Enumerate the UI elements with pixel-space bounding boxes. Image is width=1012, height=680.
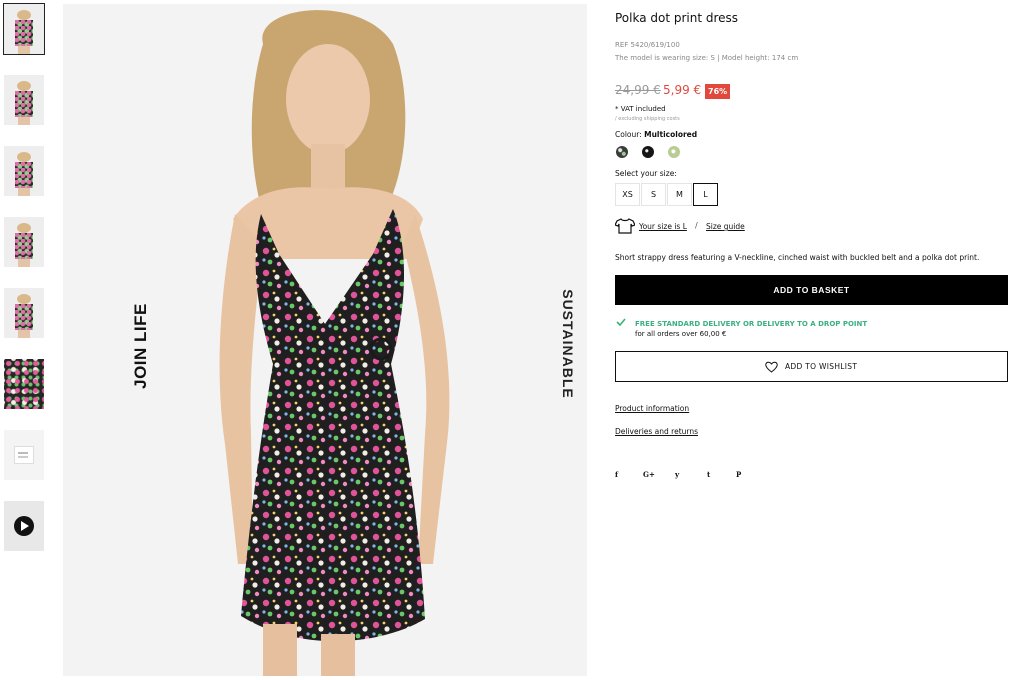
colour-value: Multicolored	[644, 130, 698, 139]
colour-swatch-multicolored[interactable]	[616, 146, 628, 158]
label-tag-icon	[14, 446, 34, 464]
wishlist-label: ADD TO WISHLIST	[785, 362, 858, 371]
thumbnail-dress	[15, 304, 33, 330]
size-button-m[interactable]: M	[667, 183, 692, 206]
model-size-note: The model is wearing size: S | Model hei…	[615, 54, 799, 62]
google-plus-icon[interactable]: G+	[643, 470, 655, 479]
product-description: Short strappy dress featuring a V-neckli…	[615, 253, 980, 262]
colour-swatch-green[interactable]	[668, 146, 680, 158]
sustainable-label: SUSTAINABLE	[560, 289, 576, 399]
thumbnail-dress	[15, 233, 33, 259]
sale-price: 5,99 €	[663, 83, 702, 97]
thumbnail-3[interactable]	[4, 146, 44, 196]
thumbnail-legs	[18, 46, 30, 54]
thumbnail-legs	[18, 330, 30, 338]
deliveries-returns-link[interactable]: Deliveries and returns	[615, 427, 698, 436]
size-button-s[interactable]: S	[641, 183, 666, 206]
pinterest-icon[interactable]: P	[736, 470, 741, 479]
size-button-xs[interactable]: XS	[615, 183, 640, 206]
thumbnail-head	[17, 152, 31, 162]
thumbnail-1[interactable]	[3, 3, 45, 55]
tshirt-icon	[615, 218, 635, 234]
size-guide-link[interactable]: Size guide	[706, 222, 745, 231]
thumbnail-legs	[18, 188, 30, 196]
your-size-link[interactable]: Your size is L	[639, 222, 687, 231]
thumbnail-head	[17, 10, 31, 20]
thumbnail-6[interactable]	[4, 359, 44, 409]
link-separator: /	[695, 221, 698, 230]
thumbnail-dress	[15, 20, 33, 46]
check-icon	[616, 318, 626, 326]
product-information-link[interactable]: Product information	[615, 404, 689, 413]
thumbnail-legs	[18, 259, 30, 267]
old-price: 24,99 €	[615, 83, 661, 97]
thumbnail-4[interactable]	[4, 217, 44, 267]
twitter-icon[interactable]: y	[675, 470, 679, 479]
colour-label-text: Colour:	[615, 130, 642, 139]
discount-badge: 76%	[705, 84, 731, 99]
join-life-label: JOIN LIFE	[131, 303, 150, 389]
thumbnail-7[interactable]	[4, 430, 44, 480]
colour-label: Colour: Multicolored	[615, 130, 697, 139]
play-icon	[14, 516, 34, 536]
thumbnail-legs	[18, 117, 30, 125]
size-label: Select your size:	[615, 169, 677, 178]
thumbnail-head	[17, 81, 31, 91]
tumblr-icon[interactable]: t	[707, 470, 710, 479]
thumbnail-dress	[15, 162, 33, 188]
facebook-icon[interactable]: f	[615, 470, 618, 479]
heart-icon	[765, 361, 778, 373]
vat-note: * VAT included	[615, 105, 666, 113]
thumbnail-dress	[15, 91, 33, 117]
product-ref: REF 5420/619/100	[615, 41, 680, 49]
thumbnail-8-video[interactable]	[4, 501, 44, 551]
delivery-threshold-text: for all orders over 60,00 €	[635, 330, 727, 338]
main-product-image[interactable]: JOIN LIFE SUSTAINABLE	[63, 4, 587, 676]
size-button-l[interactable]: L	[693, 183, 718, 206]
add-to-wishlist-button[interactable]: ADD TO WISHLIST	[615, 351, 1008, 382]
free-delivery-text: FREE STANDARD DELIVERY OR DELIVERY TO A …	[635, 320, 868, 328]
thumbnail-5[interactable]	[4, 288, 44, 338]
add-to-basket-button[interactable]: ADD TO BASKET	[615, 275, 1008, 305]
thumbnail-head	[17, 223, 31, 233]
thumbnail-head	[17, 294, 31, 304]
colour-swatch-black[interactable]	[642, 146, 654, 158]
product-title: Polka dot print dress	[615, 11, 739, 25]
thumbnail-2[interactable]	[4, 75, 44, 125]
shipping-note: / excluding shipping costs	[615, 116, 680, 122]
